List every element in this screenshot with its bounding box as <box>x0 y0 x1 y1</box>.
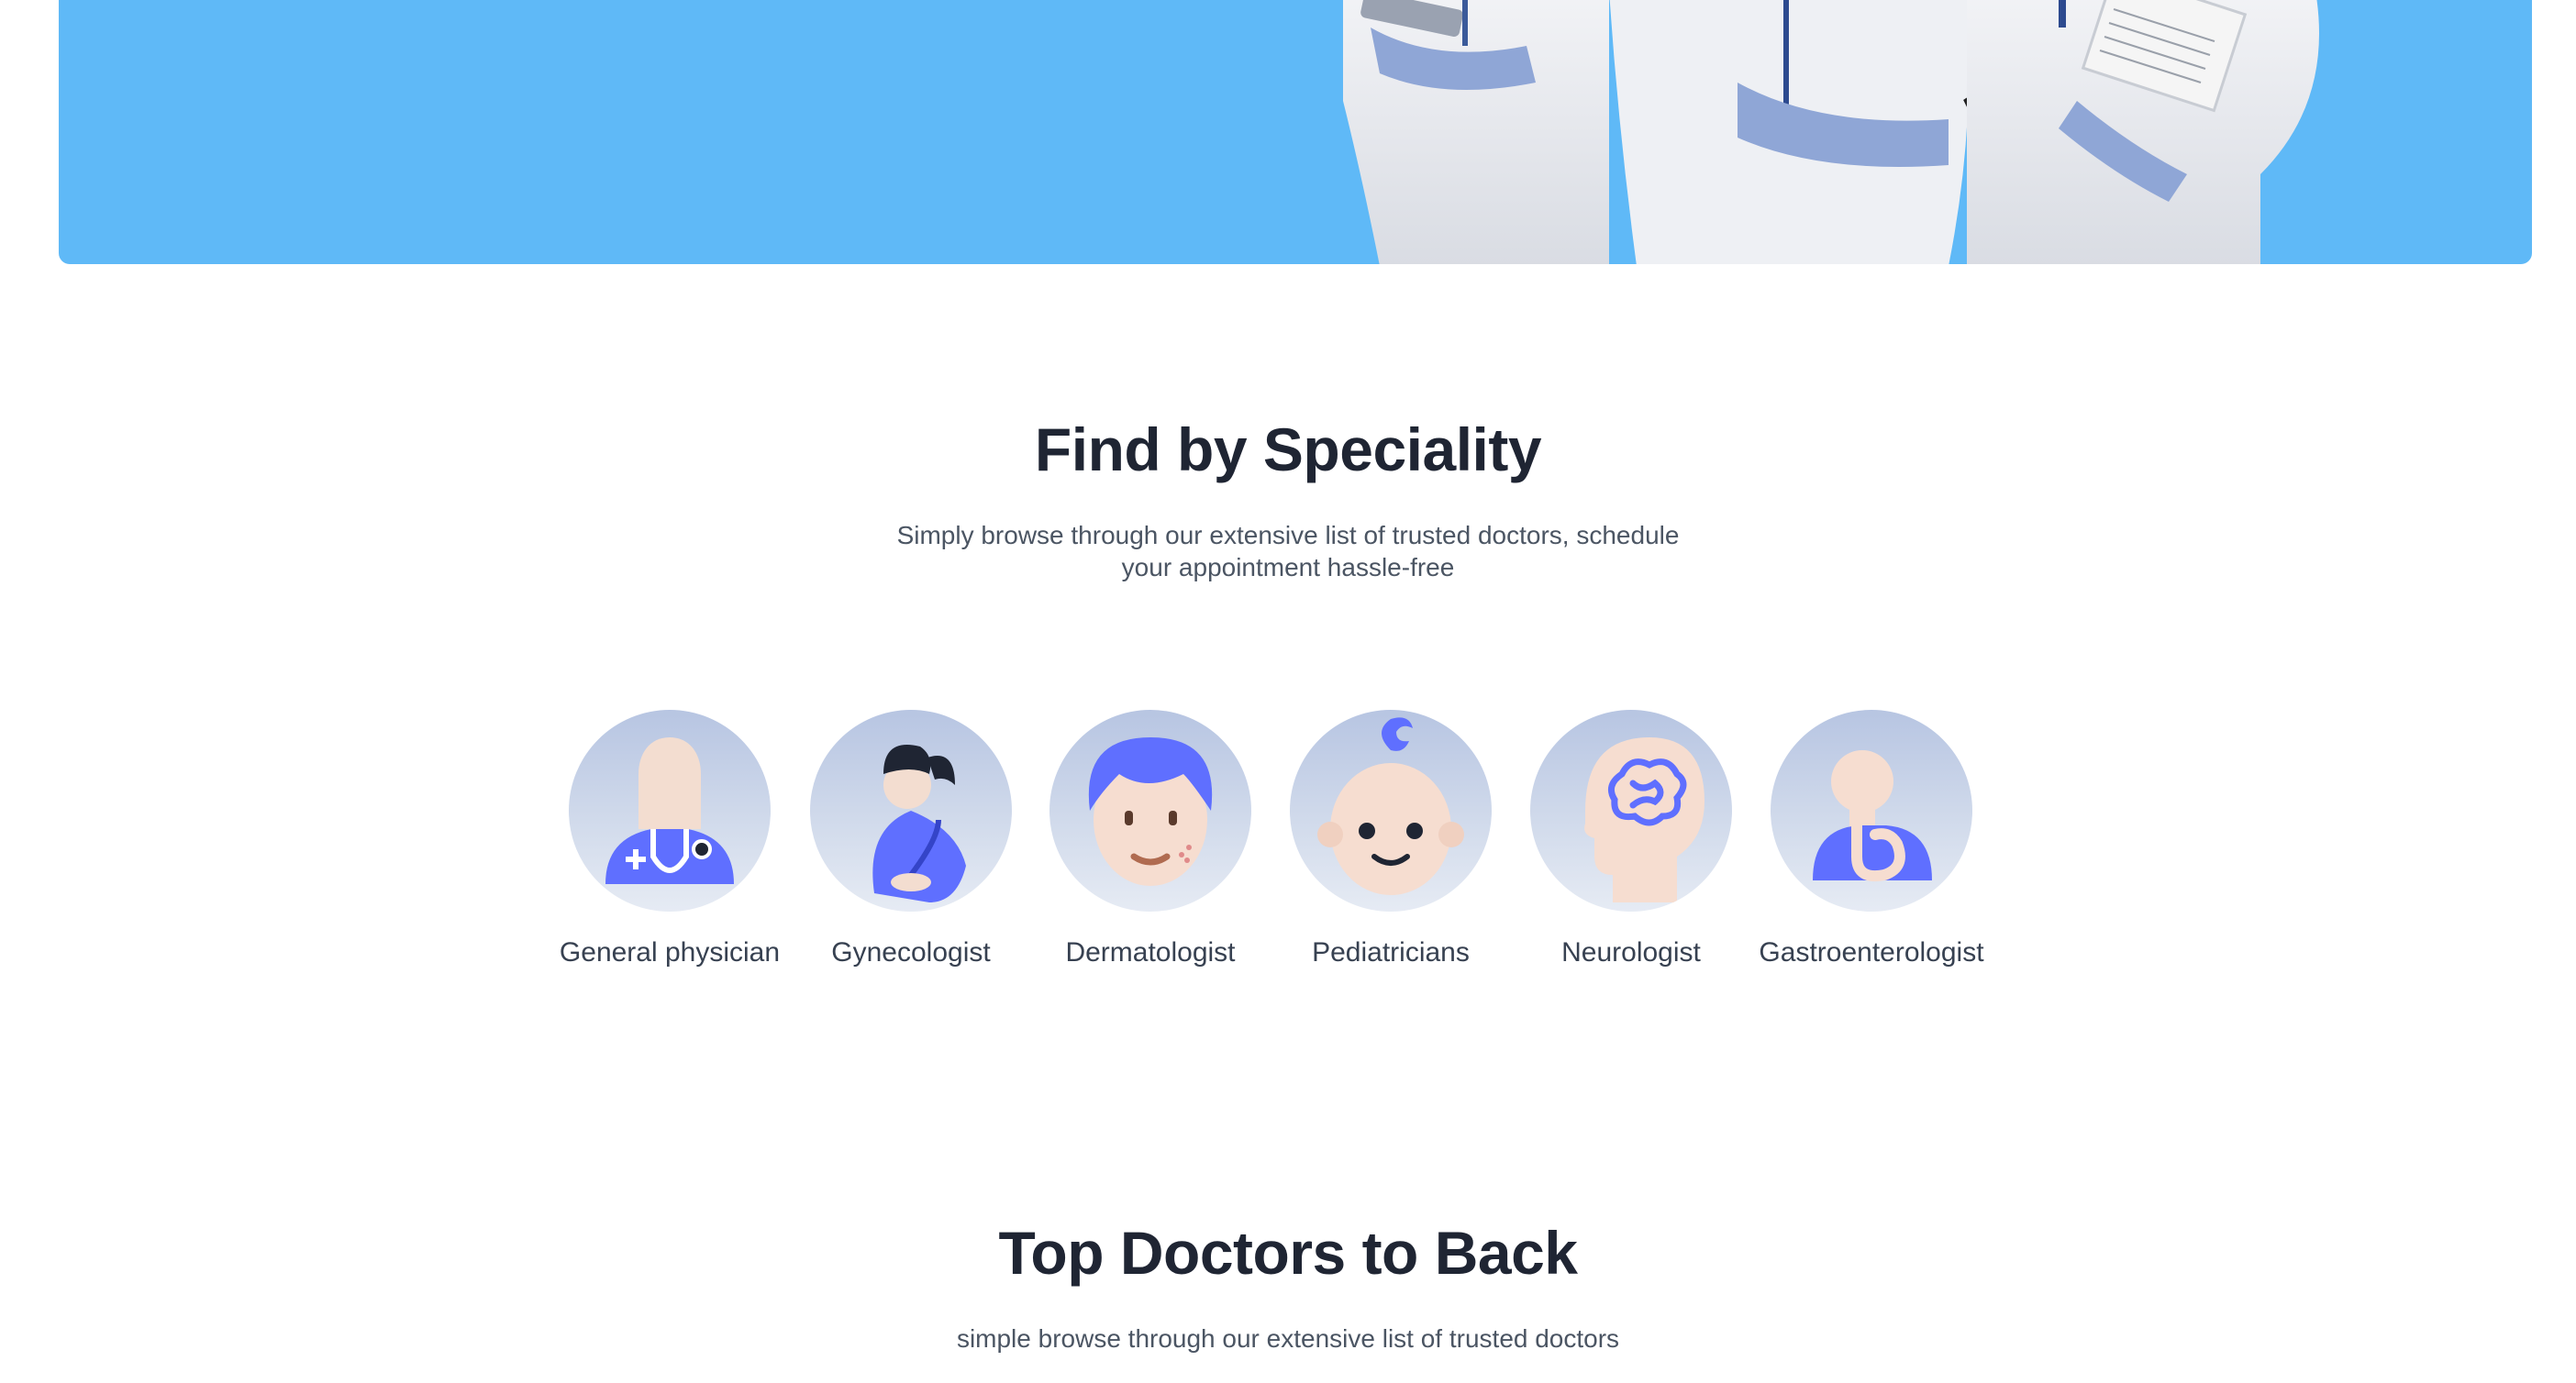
speciality-item-gastroenterologist[interactable]: Gastroenterologist <box>1752 710 1991 968</box>
speciality-item-pediatricians[interactable]: Pediatricians <box>1271 710 1510 968</box>
speciality-title: Find by Speciality <box>1034 415 1542 483</box>
general-physician-icon[interactable] <box>569 710 771 912</box>
top-doctors-subtitle: simple browse through our extensive list… <box>956 1324 1620 1353</box>
page: Find by Speciality Simply browse through… <box>0 0 2576 1383</box>
dermatologist-icon[interactable] <box>1049 710 1251 912</box>
top-doctors-title: Top Doctors to Back <box>998 1219 1578 1287</box>
speciality-item-neurologist[interactable]: Neurologist <box>1512 710 1750 968</box>
speciality-subtitle-line2: your appointment hassle-free <box>1121 553 1455 581</box>
speciality-item-dermatologist[interactable]: Dermatologist <box>1031 710 1270 968</box>
neurologist-icon[interactable] <box>1530 710 1732 912</box>
gastroenterologist-icon[interactable] <box>1771 710 1972 912</box>
speciality-item-general-physician[interactable]: General physician <box>550 710 789 968</box>
gynecologist-icon[interactable] <box>810 710 1012 912</box>
speciality-label: Gastroenterologist <box>1759 937 1984 968</box>
pediatrician-icon[interactable] <box>1290 710 1492 912</box>
hero-banner <box>59 0 2532 264</box>
speciality-item-gynecologist[interactable]: Gynecologist <box>792 710 1030 968</box>
doctors-group-image <box>1343 0 2319 264</box>
speciality-subtitle: Simply browse through our extensive list… <box>826 519 1750 583</box>
speciality-subtitle-line1: Simply browse through our extensive list… <box>896 521 1680 549</box>
